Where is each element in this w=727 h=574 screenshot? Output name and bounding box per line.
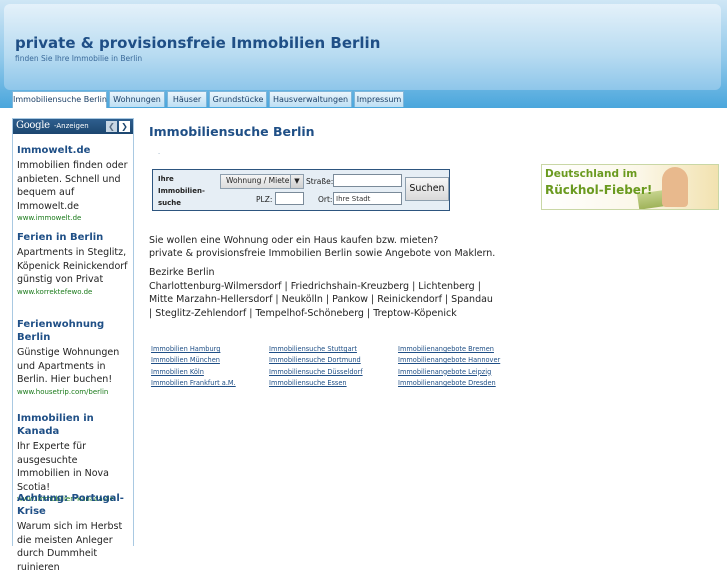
ad-item: Ferien in Berlin Apartments in Steglitz,… [17,231,131,296]
site-subtitle: finden Sie Ihre Immobilie in Berlin [15,54,143,63]
intro-line2: private & provisionsfreie Immobilien Ber… [149,248,496,259]
chevron-left-icon[interactable]: ❮ [106,121,117,132]
ad-item: Immobilien in Kanada Ihr Experte für aus… [17,412,131,503]
ad-title[interactable]: Ferien in Berlin [17,231,131,244]
ads-label: -Anzeigen [54,122,89,130]
districts-heading: Bezirke Berlin [149,267,215,278]
city-link[interactable]: Immobilien Köln [151,367,236,378]
city-link[interactable]: Immobilienangebote Hannover [398,355,500,366]
ad-banner[interactable]: Deutschland im Rückhol-Fieber! [541,164,719,210]
city-link[interactable]: Immobilienangebote Leipzig [398,367,500,378]
chevron-down-icon[interactable]: ▼ [290,175,303,188]
ads-header: Google -Anzeigen ❮ ❯ [13,119,133,134]
property-type-select[interactable]: Wohnung / Miete ▼ [220,174,304,189]
ad-url[interactable]: www.housetrip.com/berlin [17,388,131,396]
ad-title[interactable]: Immobilien in Kanada [17,412,131,438]
search-form-label: Ihre Immobilien-suche [158,175,205,207]
street-label: Straße: [306,177,334,186]
plz-label: PLZ: [256,195,273,204]
tab-haeuser[interactable]: Häuser [167,91,207,107]
tab-immobiliensuche-berlin[interactable]: Immobiliensuche Berlin [12,91,107,108]
ad-item: Ferienwohnung Berlin Günstige Wohnungen … [17,318,131,396]
search-button[interactable]: Suchen [405,177,449,201]
intro-text: Sie wollen eine Wohnung oder ein Haus ka… [149,234,509,260]
banner-line2: Rückhol-Fieber! [545,183,653,197]
street-input[interactable] [333,174,402,187]
google-logo[interactable]: Google [16,120,50,131]
tab-wohnungen[interactable]: Wohnungen [109,91,165,107]
city-links-col1: Immobilien Hamburg Immobilien München Im… [151,344,236,389]
city-links-col2: Immobiliensuche Stuttgart Immobiliensuch… [269,344,363,389]
tab-impressum[interactable]: Impressum [354,91,404,107]
city-link[interactable]: Immobiliensuche Düsseldorf [269,367,363,378]
ad-title[interactable]: Immowelt.de [17,144,131,157]
ad-text: Ihr Experte für ausgesuchte Immobilien i… [17,441,109,493]
districts-list: Charlottenburg-Wilmersdorf | Friedrichsh… [149,280,493,319]
ad-title[interactable]: Achtung: Portugal-Krise [17,492,131,518]
intro-line1: Sie wollen eine Wohnung oder ein Haus ka… [149,235,439,246]
ad-text: Warum sich im Herbst die meisten Anleger… [17,521,123,573]
person-image [662,167,688,207]
city-link[interactable]: Immobilien Frankfurt a.M. [151,378,236,389]
city-link[interactable]: Immobilienangebote Dresden [398,378,500,389]
city-link[interactable]: Immobiliensuche Dortmund [269,355,363,366]
ad-url[interactable]: www.korrektefewo.de [17,288,131,296]
tab-grundstuecke[interactable]: Grundstücke [209,91,267,107]
city-link[interactable]: Immobilien München [151,355,236,366]
property-type-value: Wohnung / Miete [226,176,290,185]
ad-text: Immobilien finden oder anbieten. Schnell… [17,160,128,212]
city-input[interactable]: Ihre Stadt [333,192,402,205]
ad-url[interactable]: www.immowelt.de [17,214,131,222]
site-title[interactable]: private & provisionsfreie Immobilien Ber… [15,34,380,52]
city-link[interactable]: Immobilienangebote Bremen [398,344,500,355]
ad-item: Achtung: Portugal-Krise Warum sich im He… [17,492,131,574]
city-links-col3: Immobilienangebote Bremen Immobilienange… [398,344,500,389]
tab-hausverwaltungen[interactable]: Hausverwaltungen [269,91,352,107]
ad-text: Günstige Wohnungen und Apartments in Ber… [17,347,120,385]
chevron-right-icon[interactable]: ❯ [119,121,130,132]
ads-sidebar: Google -Anzeigen ❮ ❯ Immowelt.de Immobil… [12,118,134,573]
city-link[interactable]: Immobiliensuche Essen [269,378,363,389]
search-form: Ihre Immobilien-suche Wohnung / Miete ▼ … [152,169,450,211]
plz-input[interactable] [275,192,304,205]
ad-text: Apartments in Steglitz, Köpenick Reinick… [17,247,128,285]
header: private & provisionsfreie Immobilien Ber… [0,0,727,108]
banner-line1: Deutschland im [545,168,638,180]
city-link[interactable]: Immobilien Hamburg [151,344,236,355]
page-title: Immobiliensuche Berlin [149,124,315,139]
ad-title[interactable]: Ferienwohnung Berlin [17,318,131,344]
decorative-dot: - [158,150,161,157]
city-label: Ort: [318,195,333,204]
districts-section: Bezirke Berlin Charlottenburg-Wilmersdor… [149,266,499,320]
ad-item: Immowelt.de Immobilien finden oder anbie… [17,144,131,222]
city-link[interactable]: Immobiliensuche Stuttgart [269,344,363,355]
